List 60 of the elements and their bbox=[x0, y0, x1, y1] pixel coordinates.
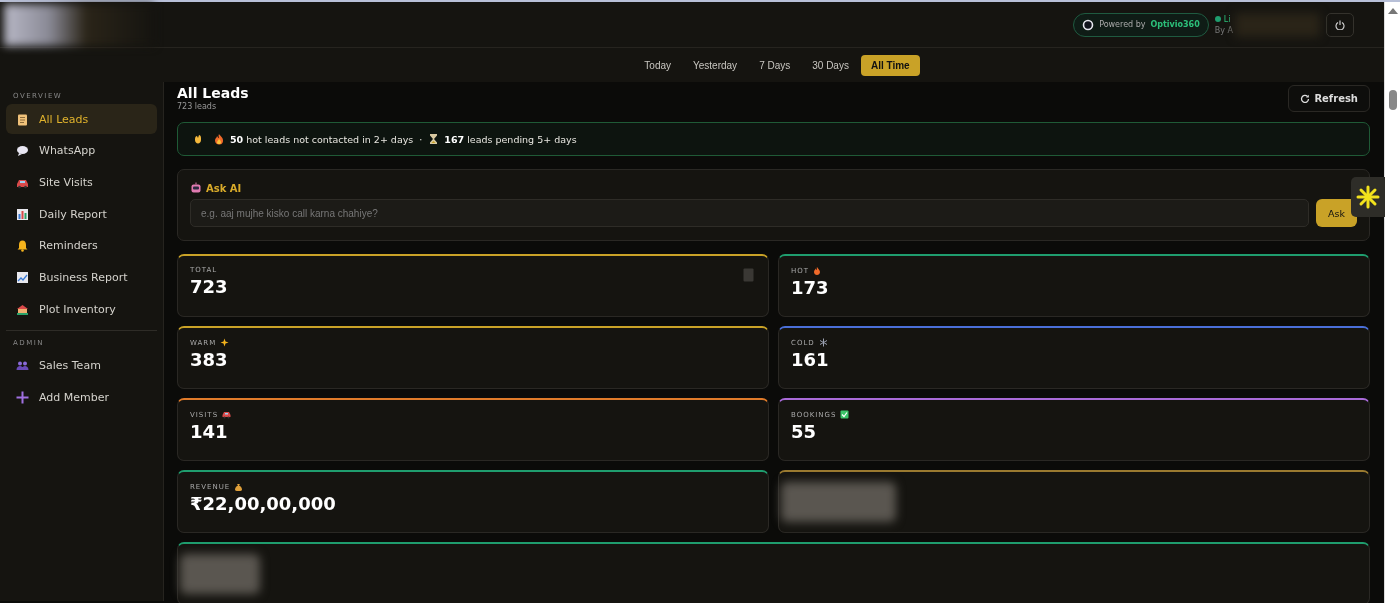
robot-icon bbox=[190, 182, 202, 194]
hourglass-icon bbox=[428, 133, 439, 145]
snowflake-icon bbox=[818, 338, 828, 347]
line-chart-icon bbox=[16, 270, 29, 284]
status-dot-icon bbox=[1214, 16, 1221, 22]
checkbox-icon bbox=[840, 410, 850, 419]
sidebar-item[interactable]: Reminders bbox=[6, 230, 157, 261]
bar-chart-icon bbox=[16, 207, 29, 221]
scrollbar[interactable] bbox=[1384, 2, 1400, 603]
sidebar-item[interactable]: Sales Team bbox=[6, 350, 157, 381]
stat-value: 161 bbox=[791, 349, 830, 370]
ask-ai-title: Ask AI bbox=[206, 182, 242, 194]
stat-value: 55 bbox=[791, 421, 818, 442]
status-label: Li bbox=[1223, 13, 1231, 25]
date-filter-tab[interactable]: All Time bbox=[860, 54, 920, 76]
sidebar-item[interactable]: WhatsApp bbox=[6, 135, 157, 166]
power-button[interactable] bbox=[1326, 12, 1354, 37]
flame-icon bbox=[813, 266, 823, 275]
status-subtext: By A bbox=[1214, 24, 1233, 36]
date-filter-tab[interactable]: Today bbox=[634, 54, 681, 76]
stat-value: 173 bbox=[791, 277, 830, 298]
separator-dot: · bbox=[419, 133, 423, 145]
sparkle-icon bbox=[220, 338, 230, 347]
page-title: All Leads bbox=[177, 84, 249, 102]
flame-icon bbox=[214, 133, 224, 145]
assistant-launcher-button[interactable] bbox=[1351, 177, 1385, 217]
car-icon bbox=[222, 410, 232, 419]
sidebar-item[interactable]: Plot Inventory bbox=[6, 294, 157, 325]
clipboard-icon bbox=[743, 268, 754, 282]
date-filter-tab[interactable]: 30 Days bbox=[802, 54, 859, 76]
date-filter-tab[interactable]: Yesterday bbox=[683, 54, 748, 76]
stat-value: 383 bbox=[190, 349, 229, 370]
sidebar-item[interactable]: Business Report bbox=[6, 262, 157, 293]
date-filter-tab[interactable]: 7 Days bbox=[749, 54, 801, 76]
clipboard-icon bbox=[16, 112, 29, 126]
stat-value: 141 bbox=[190, 421, 229, 442]
stat-value: ₹22,00,00,000 bbox=[190, 493, 337, 514]
speech-bubble-icon bbox=[16, 144, 29, 158]
plus-icon bbox=[16, 391, 29, 404]
alert-text: 50 hot leads not contacted in 2+ days bbox=[230, 133, 414, 145]
badge-text: Powered by bbox=[1099, 20, 1146, 29]
people-icon bbox=[16, 359, 29, 373]
ring-icon bbox=[1082, 18, 1095, 31]
lead-count: 723 leads bbox=[177, 102, 218, 111]
money-bag-icon bbox=[234, 482, 244, 491]
asterisk-icon bbox=[1356, 185, 1380, 209]
brand-name: Optivio360 bbox=[1150, 20, 1200, 29]
refresh-button[interactable]: Refresh bbox=[1288, 85, 1370, 112]
sidebar-item[interactable]: All Leads bbox=[6, 104, 157, 134]
bell-icon bbox=[16, 239, 29, 253]
question-field[interactable]: e.g. aaj mujhe kisko call karna chahiye? bbox=[190, 199, 1309, 227]
ask-button[interactable]: Ask bbox=[1316, 199, 1357, 227]
sidebar-item[interactable]: Site Visits bbox=[6, 167, 157, 198]
refresh-icon bbox=[1300, 93, 1311, 104]
sidebar-item[interactable]: Daily Report bbox=[6, 199, 157, 230]
power-icon bbox=[1335, 19, 1345, 30]
sidebar-item[interactable]: Add Member bbox=[6, 382, 157, 413]
house-icon bbox=[16, 302, 29, 316]
stat-value: 723 bbox=[190, 276, 229, 297]
alert-text: 167 leads pending 5+ days bbox=[444, 133, 577, 145]
